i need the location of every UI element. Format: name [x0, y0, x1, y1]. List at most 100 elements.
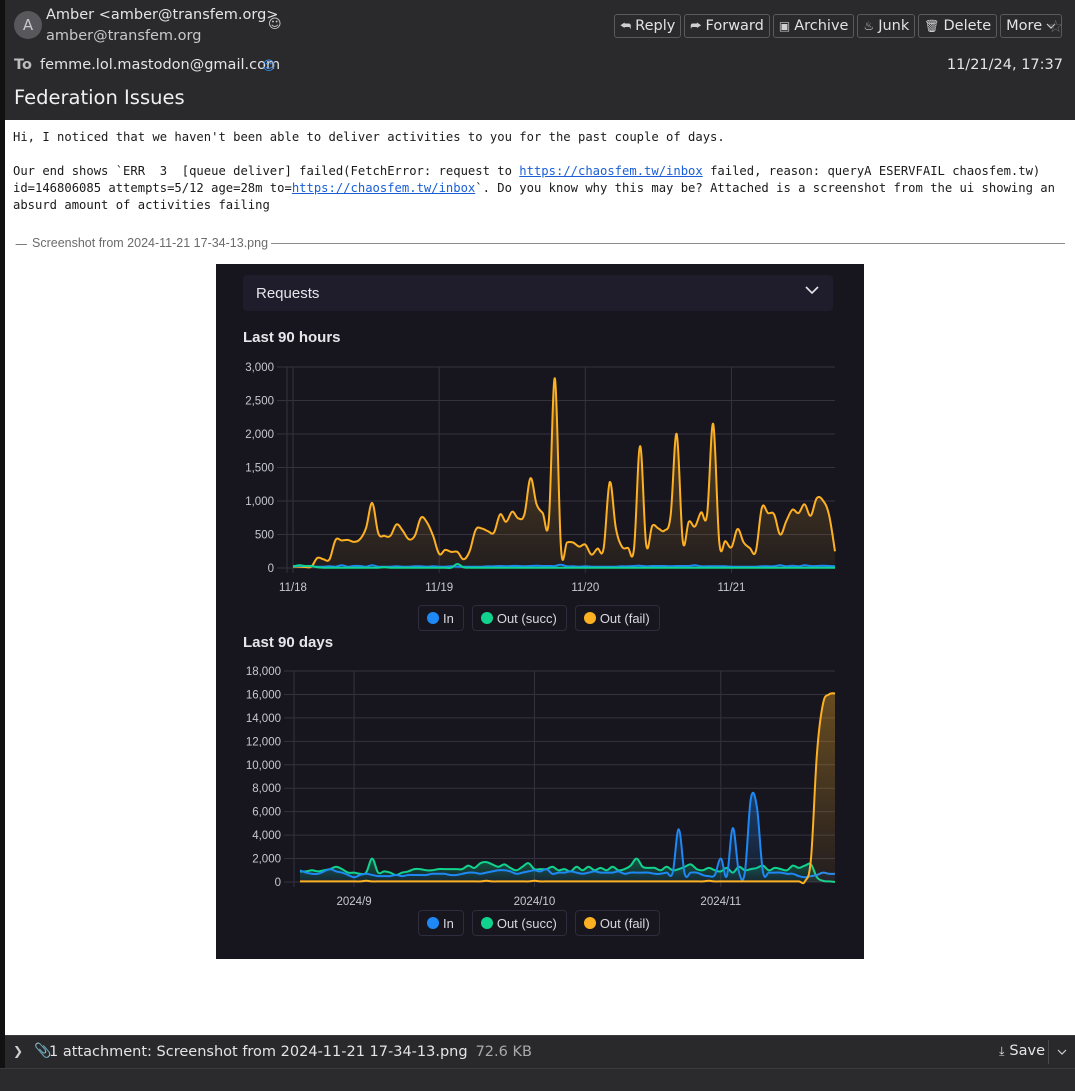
junk-icon: ♨: [863, 19, 875, 33]
save-options-dropdown[interactable]: [1048, 1040, 1075, 1064]
sender-avatar: A: [14, 11, 42, 39]
archive-label: Archive: [794, 18, 849, 34]
download-icon: ⤓: [999, 1043, 1005, 1058]
legend-dot-out-succ: [480, 612, 493, 624]
inline-screenshot[interactable]: Requests Last 90 hours 0 500 1,000 1,500 2,0…: [216, 264, 864, 959]
inbox-link[interactable]: https://chaosfem.tw/inbox: [519, 164, 702, 178]
delete-button[interactable]: 🗑 Delete: [918, 14, 998, 38]
chart-title-days: Last 90 days: [243, 634, 334, 651]
contact-icon[interactable]: ☺: [262, 59, 276, 74]
forward-label: Forward: [705, 18, 764, 34]
series-area-out-fail-: [293, 378, 835, 568]
y-tick-label: 0: [268, 563, 274, 575]
hours-chart: 0 500 1,000 1,500 2,000 2,500 3,000 11/18 11/19 1…: [245, 362, 836, 594]
legend-out-fail[interactable]: Out (fail): [574, 910, 660, 936]
forward-icon: ⮫: [690, 18, 702, 33]
add-contact-icon[interactable]: ☺: [268, 17, 282, 32]
hours-legend: In Out (succ) Out (fail): [418, 605, 660, 631]
message-date: 11/21/24, 17:37: [946, 57, 1063, 73]
legend-label: Out (fail): [599, 915, 650, 931]
y-tick-label: 8,000: [252, 783, 281, 795]
legend-dot-out-fail: [583, 917, 596, 929]
save-button[interactable]: ⤓ Save: [999, 1043, 1045, 1059]
y-tick-label: 500: [255, 530, 274, 542]
body-line-2: Our end shows `ERR 3 [queue deliver] fai…: [13, 163, 1040, 180]
archive-button[interactable]: ▣ Archive: [772, 14, 855, 38]
body-line-3: id=146806085 attempts=5/12 age=28m to=ht…: [13, 180, 1055, 197]
body-line-4: absurd amount of activities failing: [13, 198, 270, 212]
x-tick-label: 2024/9: [337, 896, 372, 908]
to-label: To: [14, 57, 32, 73]
archive-icon: ▣: [778, 19, 791, 33]
recipient-address[interactable]: femme.lol.mastodon@gmail.com: [40, 57, 280, 73]
y-tick-label: 3,000: [245, 362, 274, 374]
y-tick-label: 16,000: [246, 689, 281, 701]
delete-label: Delete: [943, 18, 992, 34]
y-tick-label: 2,500: [245, 396, 274, 408]
attachment-size: 72.6 KB: [475, 1044, 532, 1060]
y-tick-label: 0: [275, 877, 281, 889]
more-label: More: [1006, 18, 1043, 34]
x-tick-label: 11/19: [425, 582, 453, 594]
y-tick-label: 2,000: [252, 854, 281, 866]
message-subject: Federation Issues: [14, 86, 185, 109]
message-body: Hi, I noticed that we haven't been able …: [5, 120, 1075, 1035]
body-text: `. Do you know why this may be? Attached…: [475, 181, 1055, 195]
save-label: Save: [1009, 1043, 1045, 1059]
legend-dot-out-succ: [480, 917, 493, 929]
attachment-bar: ❯ 📎 1 attachment: Screenshot from 2024-1…: [5, 1035, 1075, 1068]
avatar-initial: A: [22, 16, 34, 34]
y-tick-label: 18,000: [246, 666, 281, 678]
legend-in[interactable]: In: [418, 910, 464, 936]
y-tick-label: 4,000: [252, 830, 281, 842]
legend-label: Out (fail): [599, 610, 650, 626]
legend-dot-in: [427, 917, 439, 929]
legend-out-succ[interactable]: Out (succ): [471, 910, 567, 936]
inline-attachment-title: Screenshot from 2024-11-21 17-34-13.png: [29, 236, 272, 250]
x-tick-label: 2024/10: [514, 896, 556, 908]
y-tick-label: 12,000: [246, 736, 281, 748]
y-tick-label: 1,000: [245, 496, 274, 508]
y-tick-label: 10,000: [246, 760, 281, 772]
legend-label: Out (succ): [496, 915, 557, 931]
junk-button[interactable]: ♨ Junk: [857, 14, 916, 38]
x-tick-label: 11/20: [571, 582, 599, 594]
y-tick-label: 1,500: [245, 463, 274, 475]
status-bar: [0, 1068, 1075, 1091]
chart-title-hours: Last 90 hours: [243, 329, 341, 346]
legend-out-fail[interactable]: Out (fail): [574, 605, 660, 631]
sender-name[interactable]: Amber <amber@transfem.org>: [46, 7, 278, 23]
x-tick-label: 11/18: [279, 582, 307, 594]
legend-label: In: [443, 915, 454, 931]
forward-button[interactable]: ⮫ Forward: [684, 14, 770, 38]
y-tick-label: 14,000: [246, 713, 281, 725]
message-header: A Amber <amber@transfem.org> amber@trans…: [5, 0, 1075, 120]
x-tick-label: 11/21: [718, 582, 746, 594]
legend-out-succ[interactable]: Out (succ): [471, 605, 567, 631]
inbox-link[interactable]: https://chaosfem.tw/inbox: [292, 181, 475, 195]
sender-address: amber@transfem.org: [46, 28, 202, 44]
reply-button[interactable]: ⮪ Reply: [614, 14, 682, 38]
expand-attachments-toggle[interactable]: ❯: [13, 1044, 23, 1058]
body-text: Our end shows `ERR 3 [queue deliver] fai…: [13, 164, 520, 178]
message-toolbar: ⮪ Reply ⮫ Forward ▣ Archive ♨ Junk 🗑 Delete M…: [614, 14, 1063, 38]
legend-dot-out-fail: [583, 612, 596, 624]
trash-icon: 🗑: [924, 19, 940, 33]
legend-label: Out (succ): [496, 610, 557, 626]
body-text: failed, reason: queryA ESERVFAIL chaosfe…: [702, 164, 1041, 178]
legend-in[interactable]: In: [418, 605, 464, 631]
days-legend: In Out (succ) Out (fail): [418, 910, 660, 936]
chevron-down-icon: [1057, 1049, 1067, 1055]
attachment-summary[interactable]: 1 attachment: Screenshot from 2024-11-21…: [49, 1044, 532, 1060]
junk-label: Junk: [878, 18, 910, 34]
days-chart: 0 2,000 4,000 6,000 8,000 10,000 12,000 14,000 1…: [246, 666, 836, 908]
star-icon[interactable]: ☆: [1048, 17, 1063, 37]
legend-dot-in: [427, 612, 439, 624]
body-line-1: Hi, I noticed that we haven't been able …: [13, 130, 725, 144]
requests-dropdown[interactable]: Requests: [243, 275, 833, 311]
requests-title: Requests: [256, 285, 320, 302]
attachment-name: 1 attachment: Screenshot from 2024-11-21…: [49, 1044, 468, 1060]
y-tick-label: 2,000: [245, 429, 274, 441]
chevron-down-icon: [805, 286, 819, 295]
series-area-in: [300, 792, 835, 882]
